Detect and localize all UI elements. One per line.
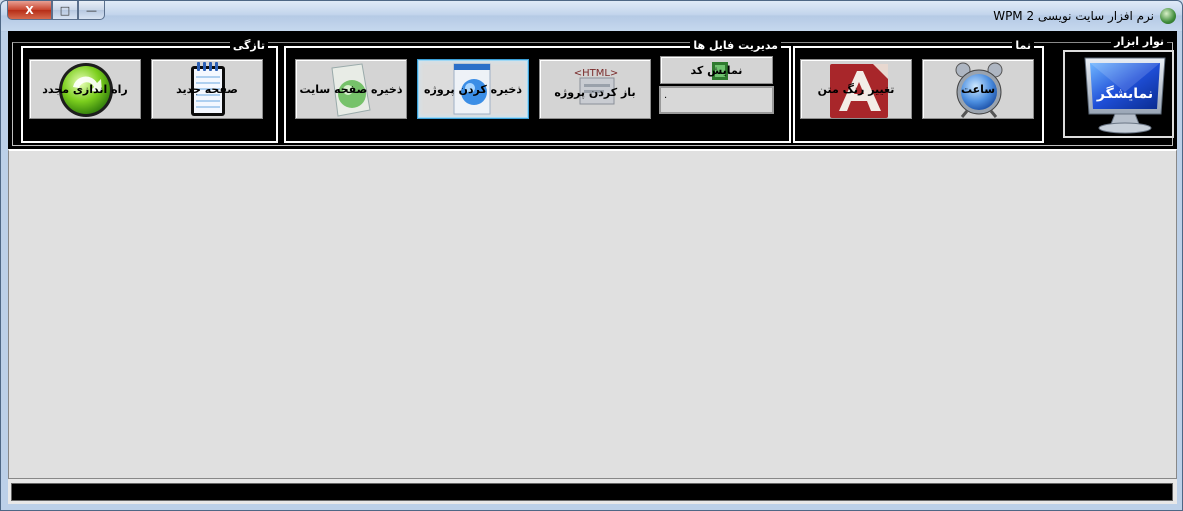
- new-page-button-label: صفحه جدید: [176, 82, 238, 96]
- globe-icon: [1160, 8, 1176, 24]
- show-code-button-label: نمایش کد: [690, 63, 743, 77]
- toolbar: نوار ابزار نمایشگر نما ساعت تغییر رنگ مت…: [8, 31, 1177, 149]
- app-window: X □ — نرم افزار سایت نویسی WPM 2 نوار اب…: [0, 0, 1183, 511]
- save-project-button[interactable]: ذخیره کردن پروژه: [417, 59, 529, 119]
- save-site-page-button[interactable]: ذخیره صفحه سایت: [295, 59, 407, 119]
- client-area: نوار ابزار نمایشگر نما ساعت تغییر رنگ مت…: [8, 31, 1177, 504]
- new-group: تازگی صفحه جدید راه اندازی مجدد: [21, 39, 278, 143]
- file-management-group: مدیریت فایل ها نمایش کد . <HTML> باز کرد…: [284, 39, 791, 143]
- title-bar: X □ — نرم افزار سایت نویسی WPM 2: [1, 1, 1182, 31]
- save-project-button-label: ذخیره کردن پروژه: [424, 82, 522, 96]
- window-controls: X □ —: [7, 1, 105, 20]
- maximize-button[interactable]: □: [52, 1, 78, 20]
- new-group-label: تازگی: [229, 39, 268, 53]
- code-box-value: .: [664, 90, 668, 101]
- clock-button[interactable]: ساعت: [922, 59, 1034, 119]
- change-font-button-label: تغییر رنگ متن: [817, 82, 895, 96]
- clock-button-label: ساعت: [960, 82, 996, 96]
- show-code-button[interactable]: نمایش کد: [660, 56, 773, 84]
- save-site-page-button-label: ذخیره صفحه سایت: [299, 82, 403, 96]
- window-title: نرم افزار سایت نویسی WPM 2: [993, 9, 1154, 23]
- status-bar: [11, 483, 1173, 501]
- code-box[interactable]: .: [659, 86, 774, 114]
- view-group-label: نما: [1012, 39, 1034, 53]
- restart-button-label: راه اندازی مجدد: [42, 82, 128, 96]
- new-page-button[interactable]: صفحه جدید: [151, 59, 263, 119]
- status-strip: [8, 478, 1177, 504]
- change-font-button[interactable]: تغییر رنگ متن: [800, 59, 912, 119]
- minimize-button[interactable]: —: [78, 1, 105, 20]
- toolbar-label: نوار ابزار: [1111, 35, 1167, 48]
- monitor-button-label: نمایشگر: [1096, 86, 1154, 102]
- close-button[interactable]: X: [7, 1, 52, 20]
- file-management-group-label: مدیریت فایل ها: [690, 39, 781, 53]
- workspace-area[interactable]: [8, 149, 1177, 478]
- open-project-button[interactable]: <HTML> باز کردن پروژه: [539, 59, 651, 119]
- monitor-button[interactable]: نمایشگر: [1063, 50, 1174, 138]
- svg-text:<HTML>: <HTML>: [574, 68, 619, 79]
- open-project-button-label: باز کردن پروژه: [554, 85, 636, 99]
- view-group: نما ساعت تغییر رنگ متن: [793, 39, 1044, 143]
- restart-button[interactable]: راه اندازی مجدد: [29, 59, 141, 119]
